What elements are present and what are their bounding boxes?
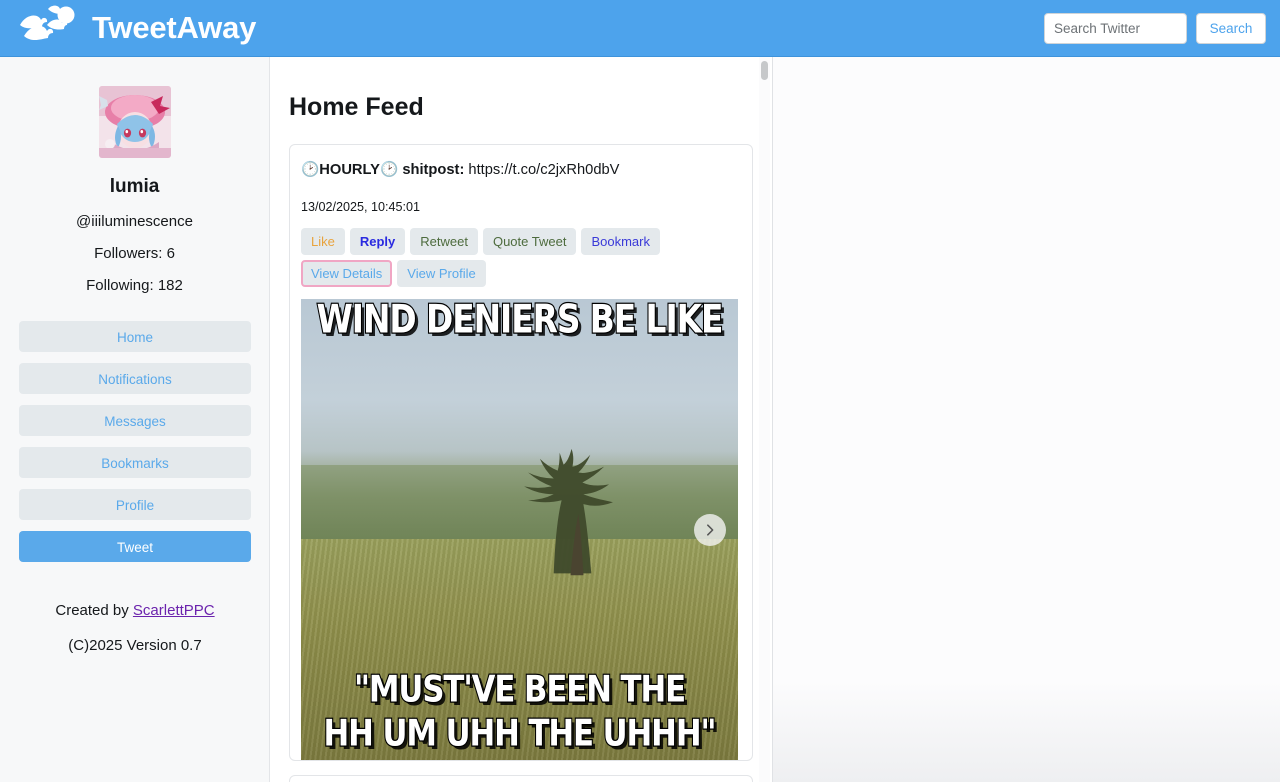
- followers-count: Followers: 6: [94, 245, 175, 262]
- like-button[interactable]: Like: [301, 228, 345, 256]
- view-details-button[interactable]: View Details: [301, 260, 393, 288]
- sidebar-item-messages[interactable]: Messages: [19, 405, 251, 436]
- sidebar-footer: Created by ScarlettPPC (C)2025 Version 0…: [0, 602, 270, 654]
- credit-link[interactable]: ScarlettPPC: [133, 602, 215, 619]
- sidebar-item-home[interactable]: Home: [19, 321, 251, 352]
- search-button[interactable]: Search: [1196, 13, 1266, 44]
- feed-scrollbar-thumb[interactable]: [761, 61, 768, 80]
- header-search-group: Search: [1044, 13, 1266, 44]
- sidebar-item-notifications[interactable]: Notifications: [19, 363, 251, 394]
- page-body: lumia @iiiluminescence Followers: 6 Foll…: [0, 57, 1280, 782]
- brand-title: TweetAway: [92, 10, 257, 45]
- tweet-actions: Like Reply Retweet Quote Tweet Bookmark …: [301, 228, 731, 288]
- feed-scrollbar[interactable]: [759, 57, 770, 782]
- sidebar-item-bookmarks[interactable]: Bookmarks: [19, 447, 251, 478]
- profile-handle: @iiiluminescence: [76, 213, 193, 230]
- quote-tweet-button[interactable]: Quote Tweet: [482, 228, 577, 256]
- sidebar: lumia @iiiluminescence Followers: 6 Foll…: [0, 57, 270, 782]
- credit-line: Created by ScarlettPPC: [0, 602, 270, 619]
- tweet-card: [289, 775, 753, 782]
- meme-image: WIND DENIERS BE LIKE "MUST'VE BEEN THE H…: [301, 299, 738, 761]
- meme-bottom-caption-line2: HH UM UHH THE UHHH": [322, 711, 717, 755]
- birds-logo-icon: [14, 5, 80, 51]
- page-title: Home Feed: [289, 93, 424, 121]
- right-empty-pane: [773, 57, 1280, 782]
- tweet-timestamp: 13/02/2025, 10:45:01: [301, 200, 421, 215]
- tweet-card: 🕑HOURLY🕑 shitpost: https://t.co/c2jxRh0d…: [289, 144, 753, 762]
- following-count: Following: 182: [86, 277, 183, 294]
- meme-tree: [524, 449, 614, 576]
- tweet-text: 🕑HOURLY🕑 shitpost: https://t.co/c2jxRh0d…: [301, 161, 741, 180]
- view-profile-button[interactable]: View Profile: [397, 260, 486, 288]
- reply-button[interactable]: Reply: [349, 228, 406, 256]
- meme-bottom-caption-line1: "MUST'VE BEEN THE: [353, 667, 687, 711]
- credit-prefix: Created by: [55, 602, 133, 619]
- retweet-button[interactable]: Retweet: [410, 228, 478, 256]
- avatar[interactable]: [98, 86, 171, 158]
- tweet-media[interactable]: WIND DENIERS BE LIKE "MUST'VE BEEN THE H…: [301, 299, 738, 761]
- tweet-author[interactable]: 🕑HOURLY🕑 shitpost: [301, 162, 459, 178]
- version-line: (C)2025 Version 0.7: [68, 637, 202, 654]
- chevron-right-icon[interactable]: [694, 513, 726, 546]
- feed-column: Home Feed 🕑HOURLY🕑 shitpost: https://t.c…: [270, 57, 773, 782]
- profile-display-name: lumia: [109, 176, 160, 197]
- app-header: TweetAway Search: [0, 0, 1280, 57]
- tweet-button[interactable]: Tweet: [19, 531, 251, 562]
- search-input[interactable]: [1044, 13, 1187, 44]
- tweet-body[interactable]: https://t.co/c2jxRh0dbV: [468, 162, 619, 178]
- sidebar-nav: Home Notifications Messages Bookmarks Pr…: [0, 321, 269, 562]
- sidebar-item-profile[interactable]: Profile: [19, 489, 251, 520]
- meme-top-caption: WIND DENIERS BE LIKE: [316, 299, 725, 343]
- bookmark-button[interactable]: Bookmark: [581, 228, 660, 256]
